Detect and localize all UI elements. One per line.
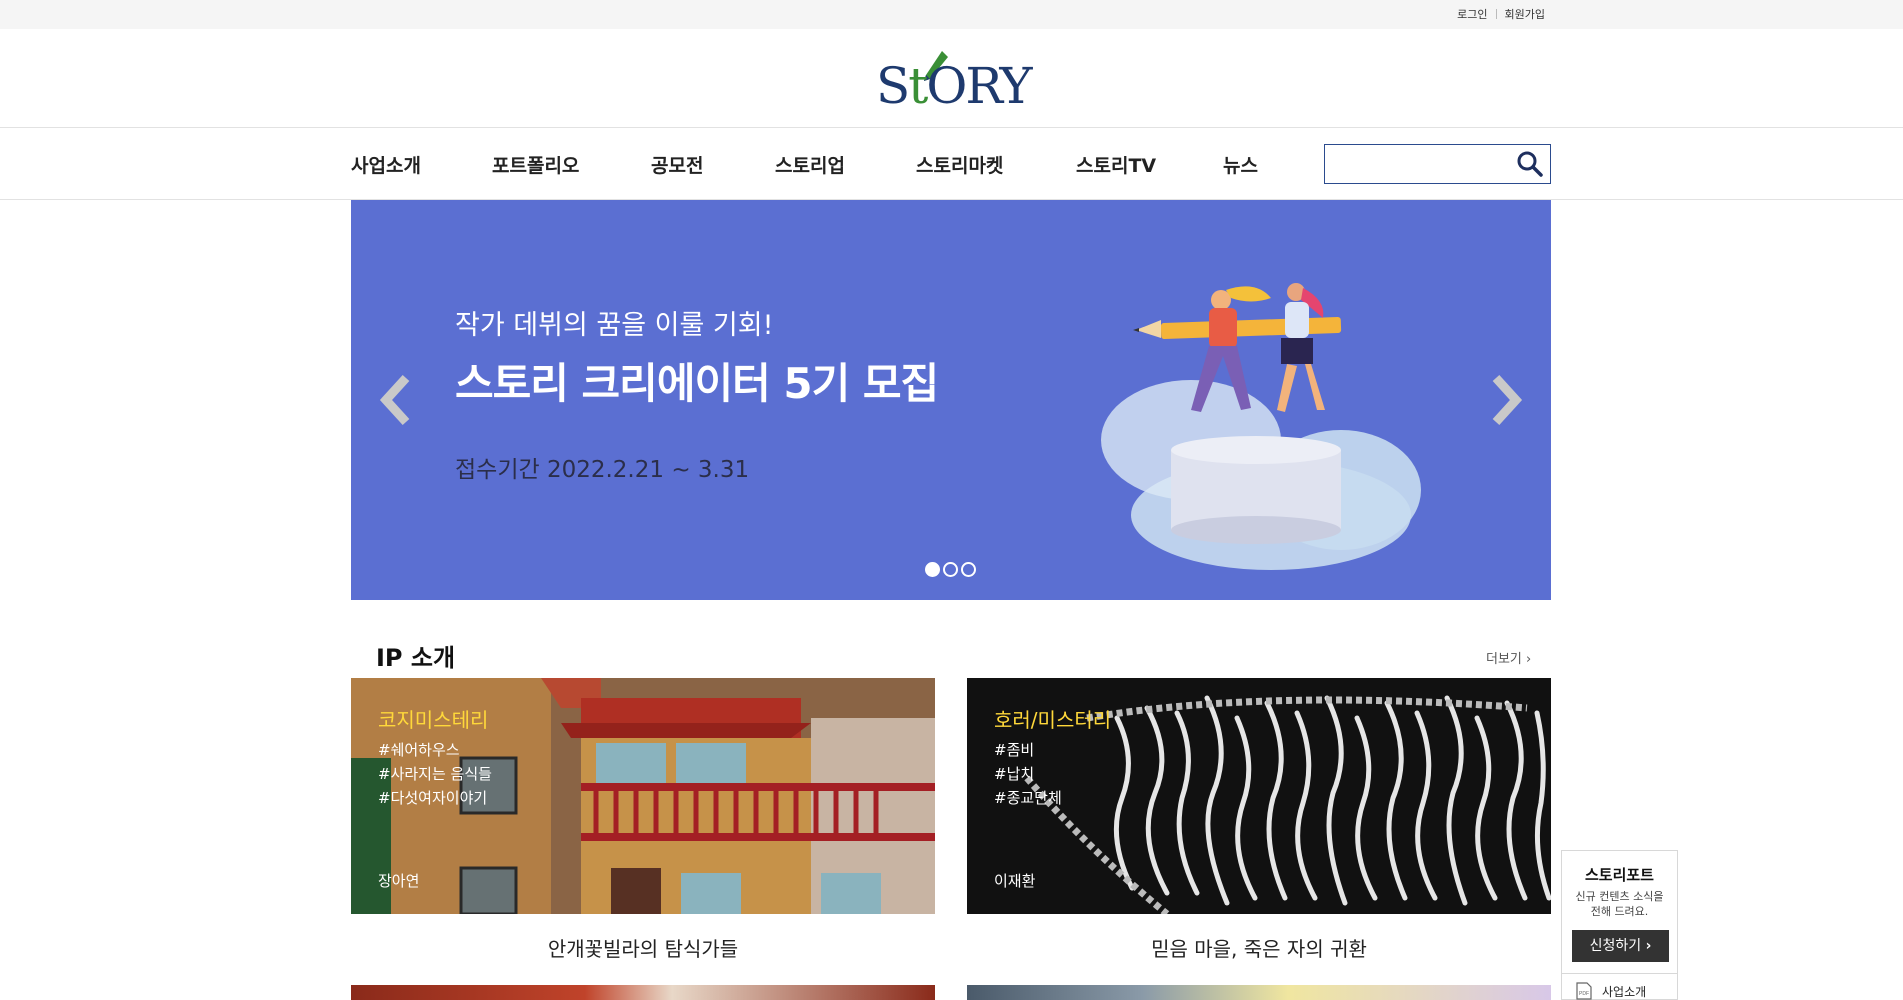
card-tags: #쉐어하우스 #사라지는 음식들 #다섯여자이야기 bbox=[378, 738, 492, 810]
slide-indicators bbox=[925, 562, 976, 577]
top-utility-bar: 로그인 회원가입 bbox=[0, 0, 1903, 29]
ip-card[interactable]: 코지미스테리 #쉐어하우스 #사라지는 음식들 #다섯여자이야기 장아연 안개꽃… bbox=[351, 678, 935, 1000]
slide-dot-3[interactable] bbox=[961, 562, 976, 577]
pdf-file-icon: PDF bbox=[1576, 982, 1592, 1000]
header-logo-row: StORY bbox=[0, 29, 1903, 128]
nav-item-storyup[interactable]: 스토리업 bbox=[775, 151, 845, 178]
storyport-description: 신규 컨텐츠 소식을 전해 드려요. bbox=[1562, 889, 1677, 919]
section-title-ip: IP 소개 bbox=[376, 644, 456, 672]
card-tag: #다섯여자이야기 bbox=[378, 789, 488, 807]
pdf-label: PDF bbox=[1579, 991, 1589, 997]
ip-card[interactable]: 호러/미스터리 #좀비 #납치 #종교단체 이재환 믿음 마을, 죽은 자의 귀… bbox=[967, 678, 1551, 1000]
storyport-desc-line: 신규 컨텐츠 소식을 bbox=[1575, 890, 1664, 903]
site-logo[interactable]: StORY bbox=[876, 43, 1032, 113]
storyport-widget: 스토리포트 신규 컨텐츠 소식을 전해 드려요. 신청하기 › PDF 사업소개 bbox=[1561, 850, 1678, 1000]
slide-dot-2[interactable] bbox=[943, 562, 958, 577]
nav-item-storymarket[interactable]: 스토리마켓 bbox=[916, 151, 1003, 178]
apply-button-label: 신청하기 bbox=[1589, 938, 1642, 954]
card-genre: 호러/미스터리 bbox=[994, 708, 1112, 732]
card-tags: #좀비 #납치 #종교단체 bbox=[994, 738, 1062, 810]
chevron-right-icon[interactable] bbox=[1486, 370, 1526, 430]
chevron-right-icon: › bbox=[1645, 938, 1652, 954]
nav-item-contest[interactable]: 공모전 bbox=[651, 151, 703, 178]
card-author: 장아연 bbox=[378, 872, 420, 890]
account-links: 로그인 회원가입 bbox=[1457, 6, 1545, 22]
nav-item-about[interactable]: 사업소개 bbox=[351, 151, 421, 178]
signup-link[interactable]: 회원가입 bbox=[1505, 6, 1545, 22]
login-link[interactable]: 로그인 bbox=[1457, 6, 1487, 22]
search-icon[interactable] bbox=[1516, 150, 1544, 178]
business-intro-link[interactable]: PDF 사업소개 bbox=[1576, 982, 1646, 1000]
nav-item-portfolio[interactable]: 포트폴리오 bbox=[492, 151, 579, 178]
banner-title: 스토리 크리에이터 5기 모집 bbox=[455, 359, 939, 408]
more-link[interactable]: 더보기 › bbox=[1486, 648, 1531, 667]
card-genre: 코지미스테리 bbox=[378, 708, 489, 732]
card-tag: #사라지는 음식들 bbox=[378, 765, 492, 783]
nav-item-storytv[interactable]: 스토리TV bbox=[1076, 151, 1156, 178]
banner-subtitle: 작가 데뷔의 꿈을 이룰 기회! bbox=[455, 310, 774, 341]
logo-wordmark: StORY bbox=[876, 61, 1032, 111]
banner-illustration bbox=[1101, 283, 1421, 570]
storyport-desc-line: 전해 드려요. bbox=[1590, 905, 1649, 918]
card-tag: #좀비 bbox=[994, 741, 1035, 759]
card-tag: #종교단체 bbox=[994, 789, 1062, 807]
card-title[interactable]: 믿음 마을, 죽은 자의 귀환 bbox=[967, 933, 1551, 962]
storyport-title: 스토리포트 bbox=[1584, 866, 1654, 884]
ip-card-image: 호러/미스터리 #좀비 #납치 #종교단체 이재환 bbox=[967, 678, 1551, 914]
chevron-left-icon[interactable] bbox=[376, 370, 416, 430]
logo-letter-s: S bbox=[876, 57, 910, 115]
card-title[interactable]: 안개꽃빌라의 탐식가들 bbox=[351, 933, 935, 962]
card-author: 이재환 bbox=[994, 872, 1036, 890]
banner-period: 접수기간 2022.2.21 ~ 3.31 bbox=[455, 457, 750, 483]
search-box bbox=[1324, 144, 1551, 184]
card-tag: #쉐어하우스 bbox=[378, 741, 460, 759]
next-card-preview bbox=[967, 985, 1551, 1000]
card-tag: #납치 bbox=[994, 765, 1035, 783]
apply-button[interactable]: 신청하기 › bbox=[1572, 930, 1669, 962]
main-navigation: 사업소개 포트폴리오 공모전 스토리업 스토리마켓 스토리TV 뉴스 bbox=[0, 128, 1903, 200]
slide-dot-1[interactable] bbox=[925, 562, 940, 577]
nav-item-news[interactable]: 뉴스 bbox=[1223, 151, 1258, 178]
ip-card-image: 코지미스테리 #쉐어하우스 #사라지는 음식들 #다섯여자이야기 장아연 bbox=[351, 678, 935, 914]
widget-divider bbox=[1562, 973, 1677, 974]
search-input[interactable] bbox=[1331, 145, 1516, 181]
link-divider bbox=[1495, 9, 1497, 19]
hero-banner[interactable]: 작가 데뷔의 꿈을 이룰 기회! 스토리 크리에이터 5기 모집 접수기간 20… bbox=[351, 200, 1551, 600]
business-intro-label: 사업소개 bbox=[1602, 984, 1647, 999]
next-card-preview bbox=[351, 985, 935, 1000]
logo-letters-ory: ORY bbox=[926, 57, 1032, 115]
logo-letter-t: t bbox=[908, 57, 928, 115]
